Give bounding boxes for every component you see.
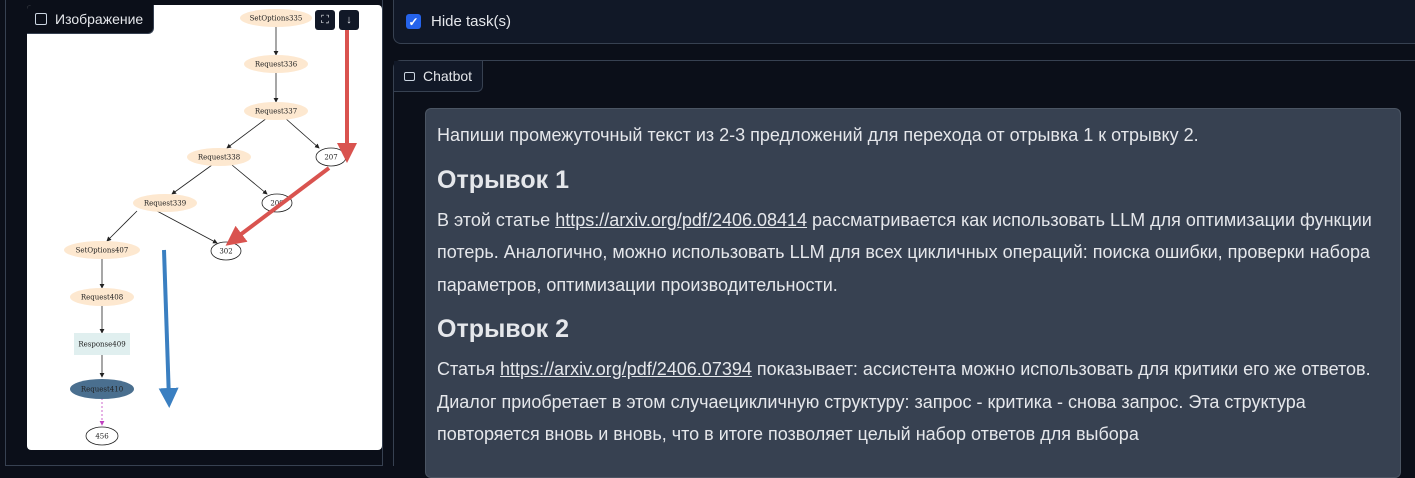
arxiv-link-1[interactable]: https://arxiv.org/pdf/2406.08414 xyxy=(555,210,807,230)
chatbot-panel: Chatbot Напиши промежуточный текст из 2-… xyxy=(393,60,1415,478)
fullscreen-button[interactable]: ⛶ xyxy=(315,10,335,30)
check-icon: ✓ xyxy=(408,14,419,29)
graph-node-label: SetOptions407 xyxy=(76,247,129,255)
graph-node-label: SetOptions335 xyxy=(250,15,303,23)
passage-2-heading: Отрывок 2 xyxy=(437,315,569,343)
annotation-arrow xyxy=(225,166,331,246)
passage-2-text: Статья https://arxiv.org/pdf/2406.07394 … xyxy=(437,353,1389,451)
graph-node-label: 207 xyxy=(324,154,337,162)
task-graph: SetOptions335 Request336 Request337 Requ… xyxy=(64,9,357,446)
fullscreen-icon: ⛶ xyxy=(321,13,329,26)
image-label-text: Изображение xyxy=(55,11,144,27)
graph-node-label: Response409 xyxy=(78,341,125,349)
graph-node-label: Request410 xyxy=(81,386,123,394)
image-icon xyxy=(35,13,47,25)
image-label: Изображение xyxy=(27,5,155,34)
graph-node-label: 302 xyxy=(219,248,232,256)
graph-node-label: Request336 xyxy=(255,61,298,69)
arxiv-link-2[interactable]: https://arxiv.org/pdf/2406.07394 xyxy=(500,359,752,379)
passage-1-text-start: В этой статье xyxy=(437,209,556,230)
hide-tasks-label[interactable]: Hide task(s) xyxy=(431,13,511,30)
graph-node-label: Request339 xyxy=(144,200,186,208)
download-button[interactable]: ↓ xyxy=(339,10,359,30)
graph-node-label: Request408 xyxy=(81,294,123,302)
user-message: Напиши промежуточный текст из 2-3 предло… xyxy=(425,108,1401,478)
chatbot-label: Chatbot xyxy=(394,61,484,92)
image-viewer[interactable]: SetOptions335 Request336 Request337 Requ… xyxy=(27,5,382,450)
message-intro: Напиши промежуточный текст из 2-3 предло… xyxy=(437,125,1199,145)
passage-1-text: В этой статье https://arxiv.org/pdf/2406… xyxy=(437,204,1389,302)
hide-tasks-checkbox[interactable]: ✓ xyxy=(406,14,421,29)
passage-2-text-start: Статья xyxy=(437,359,501,379)
graph-node-label: Request337 xyxy=(255,108,297,116)
image-panel: SetOptions335 Request336 Request337 Requ… xyxy=(5,0,383,466)
passage-1-heading: Отрывок 1 xyxy=(437,165,569,194)
annotation-arrow xyxy=(158,249,179,408)
chatbot-label-text: Chatbot xyxy=(423,68,473,84)
download-icon: ↓ xyxy=(346,14,352,26)
hide-tasks-row: ✓ Hide task(s) xyxy=(393,0,1415,44)
graph-node-label: 456 xyxy=(95,433,109,441)
chat-icon xyxy=(404,71,415,81)
graph-node-label: Request338 xyxy=(198,154,240,162)
